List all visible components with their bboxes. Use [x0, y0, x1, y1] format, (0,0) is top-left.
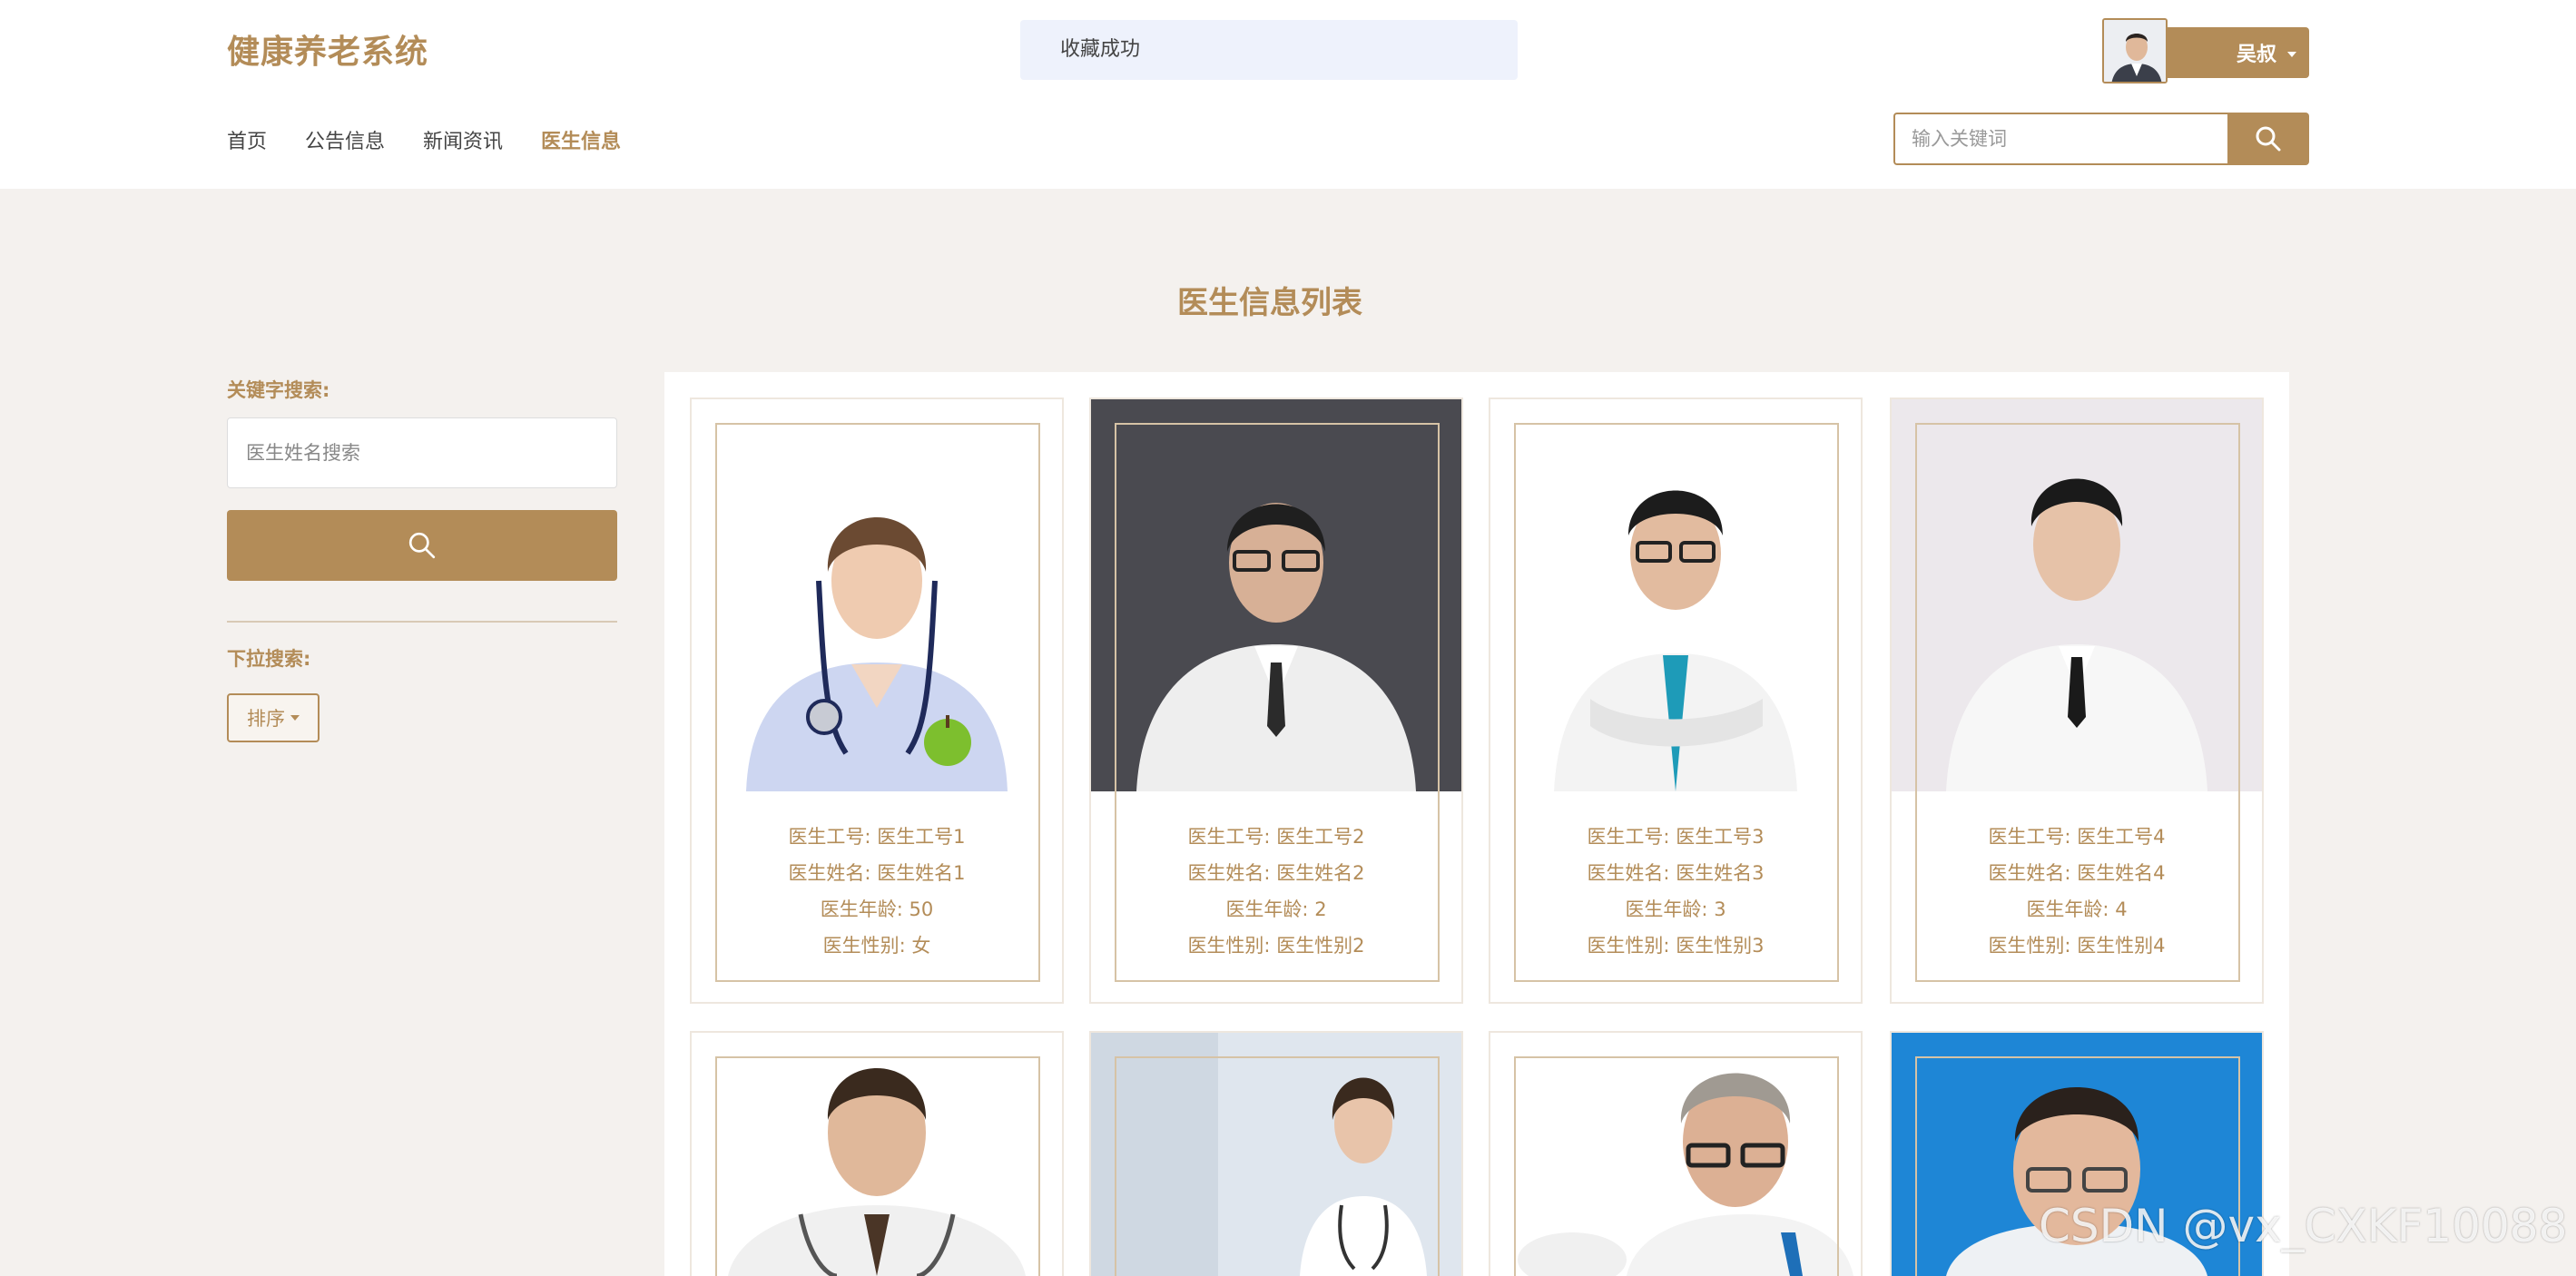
- doctor-info: 医生工号: 医生工号4 医生姓名: 医生姓名4 医生年龄: 4 医生性别: 医生…: [1892, 819, 2262, 964]
- doctor-photo: [1490, 1033, 1861, 1276]
- doctor-card[interactable]: [1489, 1031, 1863, 1276]
- keyword-search-label: 关键字搜索:: [227, 379, 330, 401]
- doctor-photo: [1091, 1033, 1461, 1276]
- page-title: 医生信息列表: [1177, 285, 1362, 321]
- doctor-card[interactable]: 医生工号: 医生工号4 医生姓名: 医生姓名4 医生年龄: 4 医生性别: 医生…: [1890, 398, 2264, 1004]
- csdn-watermark: CSDN @vx_CXKF10088: [2039, 1200, 2568, 1252]
- search-icon: [408, 532, 436, 559]
- doctor-age: 医生年龄: 2: [1225, 898, 1327, 920]
- doctor-card[interactable]: [690, 1031, 1064, 1276]
- header: 健康养老系统 收藏成功 首页 公告信息 新闻资讯 医生信息 吴叔: [0, 0, 2576, 189]
- nav-item-home[interactable]: 首页: [227, 125, 267, 154]
- sort-label: 排序: [247, 708, 285, 730]
- user-name: 吴叔: [2236, 44, 2276, 66]
- doctor-id: 医生工号: 医生工号2: [1187, 826, 1365, 848]
- doctor-gender: 医生性别: 女: [822, 935, 931, 957]
- search-icon: [2256, 126, 2281, 152]
- user-menu-button[interactable]: 吴叔: [2168, 27, 2309, 78]
- dropdown-search-label: 下拉搜索:: [227, 648, 311, 670]
- user-avatar[interactable]: [2102, 18, 2168, 83]
- nav-item-announcements[interactable]: 公告信息: [305, 125, 385, 154]
- doctor-info: 医生工号: 医生工号2 医生姓名: 医生姓名2 医生年龄: 2 医生性别: 医生…: [1091, 819, 1461, 964]
- doctor-name: 医生姓名: 医生姓名3: [1587, 862, 1765, 884]
- doctor-card[interactable]: [1089, 1031, 1463, 1276]
- caret-down-icon: [2287, 52, 2296, 57]
- doctor-info: 医生工号: 医生工号1 医生姓名: 医生姓名1 医生年龄: 50 医生性别: 女: [692, 819, 1062, 964]
- doctor-age: 医生年龄: 4: [2026, 898, 2128, 920]
- doctor-photo: [692, 399, 1062, 791]
- header-search-button[interactable]: [2227, 113, 2309, 165]
- caret-down-icon: [290, 715, 300, 721]
- nav-item-doctors[interactable]: 医生信息: [541, 125, 621, 154]
- main-nav: 首页 公告信息 新闻资讯 医生信息: [227, 125, 621, 154]
- doctor-card[interactable]: 医生工号: 医生工号2 医生姓名: 医生姓名2 医生年龄: 2 医生性别: 医生…: [1089, 398, 1463, 1004]
- doctor-gender: 医生性别: 医生性别4: [1988, 935, 2166, 957]
- doctor-id: 医生工号: 医生工号1: [788, 826, 966, 848]
- doctor-name: 医生姓名: 医生姓名2: [1187, 862, 1365, 884]
- doctor-card[interactable]: 医生工号: 医生工号3 医生姓名: 医生姓名3 医生年龄: 3 医生性别: 医生…: [1489, 398, 1863, 1004]
- avatar-portrait-icon: [2104, 20, 2166, 82]
- doctor-photo: [1892, 399, 2262, 791]
- doctor-name-search-input[interactable]: [227, 417, 617, 488]
- toast-message: 收藏成功: [1020, 20, 1518, 80]
- sidebar-search-button[interactable]: [227, 510, 617, 581]
- doctor-gender: 医生性别: 医生性别3: [1587, 935, 1765, 957]
- app-logo-title[interactable]: 健康养老系统: [227, 25, 428, 73]
- doctor-photo: [692, 1033, 1062, 1276]
- sidebar-divider: [227, 621, 617, 623]
- header-search-input[interactable]: [1893, 113, 2229, 165]
- doctor-gender: 医生性别: 医生性别2: [1187, 935, 1365, 957]
- doctor-info: 医生工号: 医生工号3 医生姓名: 医生姓名3 医生年龄: 3 医生性别: 医生…: [1490, 819, 1861, 964]
- doctor-id: 医生工号: 医生工号4: [1988, 826, 2166, 848]
- nav-item-news[interactable]: 新闻资讯: [423, 125, 503, 154]
- doctor-name: 医生姓名: 医生姓名4: [1988, 862, 2166, 884]
- doctor-age: 医生年龄: 50: [820, 898, 934, 920]
- doctor-card[interactable]: 医生工号: 医生工号1 医生姓名: 医生姓名1 医生年龄: 50 医生性别: 女: [690, 398, 1064, 1004]
- doctor-photo: [1490, 399, 1861, 791]
- doctor-id: 医生工号: 医生工号3: [1587, 826, 1765, 848]
- doctor-photo: [1091, 399, 1461, 791]
- doctor-age: 医生年龄: 3: [1625, 898, 1726, 920]
- doctor-name: 医生姓名: 医生姓名1: [788, 862, 966, 884]
- sort-dropdown-button[interactable]: 排序: [227, 693, 320, 742]
